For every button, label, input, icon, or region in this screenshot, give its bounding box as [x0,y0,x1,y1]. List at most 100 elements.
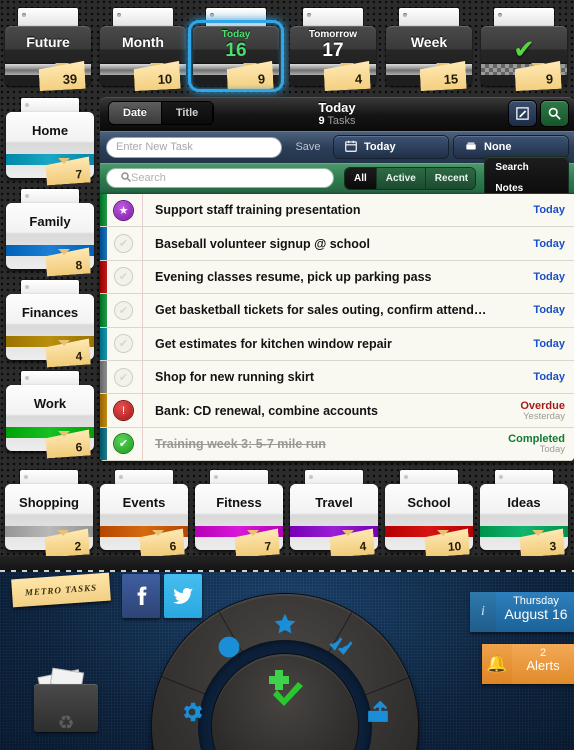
dock-edge [0,556,574,572]
check-icon: ✔ [513,34,535,64]
folder-school[interactable]: School 10 [385,470,473,554]
due-date-label: Today [364,141,396,153]
top-tab-label: Month [122,34,164,50]
task-status: Today [533,237,565,250]
task-status: Today [533,204,565,217]
search-input[interactable] [106,168,334,188]
filter-recent[interactable]: Recent [425,167,476,189]
task-checkbox[interactable]: ✔ [114,300,133,320]
add-task-icon[interactable] [265,666,305,706]
category-color-stripe [100,227,107,260]
task-status: Today [533,337,565,350]
folder-label: Events [122,495,166,510]
top-tab-future[interactable]: Future 39 [5,8,91,86]
folder-fitness[interactable]: Fitness 7 [195,470,283,554]
sticky-tip [57,530,69,536]
gear-icon[interactable] [175,695,209,729]
top-tab-today[interactable]: Today 16 9 [188,8,284,92]
task-checkbox[interactable]: ★ [114,200,133,220]
table-row[interactable]: ✔ Get basketball tickets for sales outing… [100,294,574,328]
table-row[interactable]: ✔ Evening classes resume, pick up parking… [100,260,574,295]
sidebar-item-finances[interactable]: Finances 4 [6,280,94,364]
sticky-tip [58,158,70,164]
sidebar-item-label: Home [31,123,69,138]
category-color-stripe [100,394,107,427]
task-checkbox[interactable]: ! [114,401,133,421]
trash-icon[interactable]: ♻ [30,668,102,734]
folder-picker[interactable]: None [454,136,568,158]
task-meta: Today [496,304,574,316]
sticky-tip [58,249,70,255]
filter-segmented-control[interactable]: All Active Recent [345,167,476,189]
table-row[interactable]: ★ Support staff training presentation Toda… [100,194,574,228]
table-row[interactable]: ✔ Baseball volunteer signup @ school Today [100,227,574,261]
folder-events[interactable]: Events 6 [100,470,188,554]
selection-glow [188,20,284,92]
list-header: Date Title Today 9 Tasks [100,97,574,131]
folder-label: Ideas [507,495,541,510]
task-meta: Today [496,271,574,283]
folder-travel[interactable]: Travel 4 [290,470,378,554]
task-status: Today [533,304,565,317]
folder-label: School [407,495,451,510]
main-panel: DateTitle Today 9 Tasks Save [100,97,574,461]
task-status: Today [533,371,565,384]
folder-label: None [484,141,512,153]
task-checkbox[interactable]: ✔ [114,334,133,354]
task-title: Support staff training presentation [155,203,361,218]
sticky-tip [437,530,449,536]
circle-check-icon[interactable] [212,630,246,664]
folder-shopping[interactable]: Shopping 2 [5,470,93,554]
top-tab-completed[interactable]: ✔ 9 [481,8,567,86]
table-row[interactable]: ✔ Shop for new running skirt Today [100,360,574,395]
top-tab-label: Tomorrow [308,29,358,40]
task-list[interactable]: ★ Support staff training presentation Toda… [100,193,574,461]
calendar-icon [344,139,358,156]
top-tab-week[interactable]: Week 15 [386,8,472,86]
sticky-tip [342,530,354,536]
task-checkbox[interactable]: ✔ [114,434,133,454]
folder-label: Shopping [19,495,79,510]
table-row[interactable]: ✔ Get estimates for kitchen window repair… [100,327,574,361]
sticky-tip [247,530,259,536]
due-date-picker[interactable]: Today [334,136,448,158]
sidebar-item-work[interactable]: Work 6 [6,371,94,455]
category-color-stripe [100,294,107,327]
task-count-suffix: Tasks [324,115,356,127]
filter-all[interactable]: All [345,167,377,189]
top-tab-month[interactable]: Month 10 [100,8,186,86]
filter-active[interactable]: Active [376,167,426,189]
table-row[interactable]: ✔ Training week 3: 5-7 mile run Completed T… [100,427,574,461]
task-status: Today [533,270,565,283]
sort-checks-icon[interactable] [324,630,358,664]
task-title: Training week 3: 5-7 mile run [155,436,326,451]
sidebar-item-home[interactable]: Home 7 [6,98,94,182]
task-meta: Today [496,238,574,250]
sticky-tip [152,530,164,536]
compose-icon[interactable] [509,101,536,126]
task-title: Baseball volunteer signup @ school [155,236,371,251]
category-color-stripe [100,360,107,394]
task-checkbox[interactable]: ✔ [114,367,133,387]
folder-ideas[interactable]: Ideas 3 [480,470,568,554]
category-color-stripe [100,194,107,227]
date-badge[interactable]: i Thursday August 16 [470,592,574,632]
task-checkbox[interactable]: ✔ [114,234,133,254]
app-root: Future 39 Month 10 Today 16 9 Tomorrow 17 4 Week 15… [0,0,574,750]
action-wheel [152,594,418,750]
top-tab-tomorrow[interactable]: Tomorrow 17 4 [290,8,376,86]
sidebar-item-family[interactable]: Family 8 [6,189,94,273]
new-task-input[interactable] [106,136,282,158]
task-title: Shop for new running skirt [155,370,315,385]
task-checkbox[interactable]: ✔ [114,267,133,287]
table-row[interactable]: ! Bank: CD renewal, combine accounts Overd… [100,394,574,428]
share-icon[interactable] [361,695,395,729]
alerts-badge[interactable]: 🔔 2 Alerts [482,644,574,684]
task-meta: Completed Today [496,433,574,455]
save-button[interactable]: Save [288,137,328,158]
star-icon[interactable] [268,607,302,641]
sidebar-item-label: Work [33,396,67,411]
app-name-label: METRO TASKS [24,582,98,598]
sticky-tip [58,340,70,346]
search-icon[interactable] [541,101,568,126]
